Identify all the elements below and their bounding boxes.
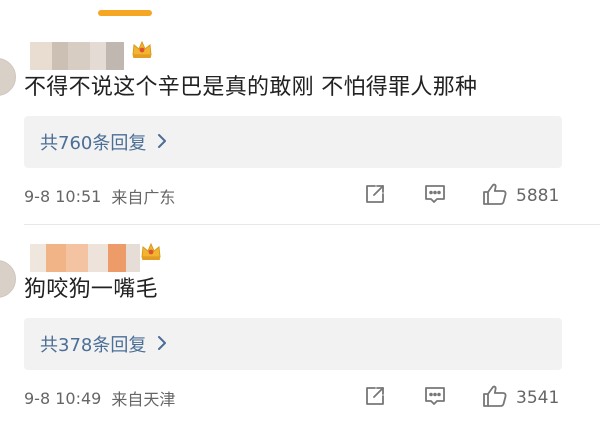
comment-item: 狗咬狗一嘴毛 共378条回复 9-8 10:49 来自天津 3541 xyxy=(0,236,600,432)
thumbs-up-icon xyxy=(482,182,508,210)
like-button[interactable]: 5881 xyxy=(482,183,559,209)
comment-item: 不得不说这个辛巴是真的敢刚 不怕得罪人那种 共760条回复 9-8 10:51 … xyxy=(0,30,600,230)
chevron-right-icon xyxy=(156,133,168,152)
avatar[interactable] xyxy=(0,260,16,298)
comment-time: 9-8 10:51 xyxy=(24,186,102,206)
share-icon xyxy=(363,384,387,412)
crown-icon xyxy=(131,39,153,59)
share-icon xyxy=(363,182,387,210)
divider xyxy=(24,224,600,225)
like-count: 5881 xyxy=(516,186,560,206)
comment-icon xyxy=(423,384,447,412)
comment-text: 狗咬狗一嘴毛 xyxy=(24,277,158,302)
avatar[interactable] xyxy=(0,58,16,96)
comment-text: 不得不说这个辛巴是真的敢刚 不怕得罪人那种 xyxy=(24,75,478,100)
comment-location: 来自广东 xyxy=(111,188,176,207)
reply-summary-label: 共378条回复 xyxy=(40,335,147,356)
username-blurred[interactable] xyxy=(30,244,140,272)
like-button[interactable]: 3541 xyxy=(482,385,559,411)
reply-summary-link[interactable]: 共760条回复 xyxy=(24,116,562,168)
like-count: 3541 xyxy=(516,388,560,408)
repost-button[interactable] xyxy=(362,183,388,209)
comment-time: 9-8 10:49 xyxy=(24,388,102,408)
crown-icon xyxy=(140,241,162,261)
active-tab-indicator xyxy=(98,10,152,16)
repost-button[interactable] xyxy=(362,385,388,411)
reply-summary-link[interactable]: 共378条回复 xyxy=(24,318,562,370)
comment-location: 来自天津 xyxy=(111,390,176,409)
chevron-right-icon xyxy=(156,335,168,354)
username-blurred[interactable] xyxy=(30,42,130,70)
comment-button[interactable] xyxy=(422,183,448,209)
comment-button[interactable] xyxy=(422,385,448,411)
comment-icon xyxy=(423,182,447,210)
thumbs-up-icon xyxy=(482,384,508,412)
reply-summary-label: 共760条回复 xyxy=(40,133,147,154)
